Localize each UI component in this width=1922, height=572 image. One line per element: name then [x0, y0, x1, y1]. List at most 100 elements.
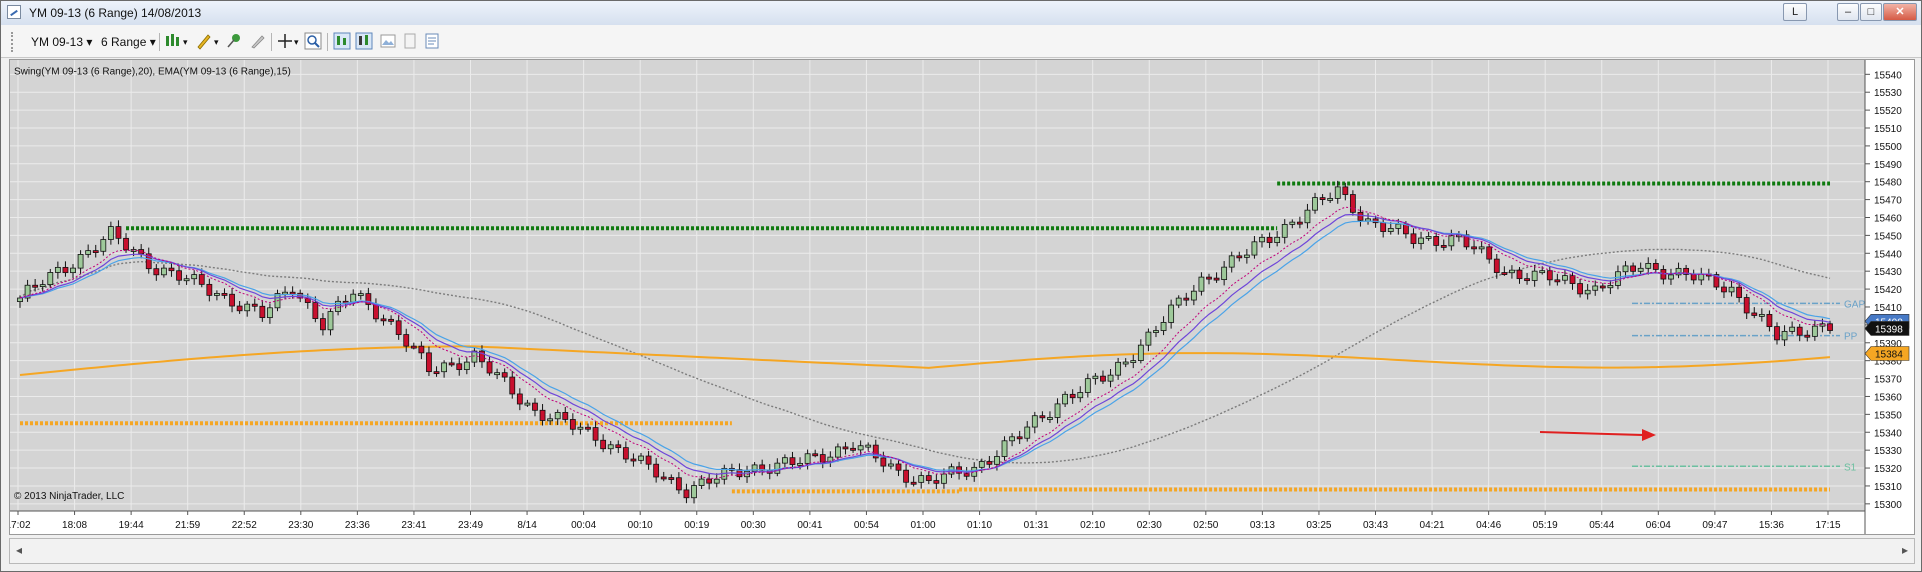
candle-up — [774, 462, 781, 474]
zoom-icon[interactable] — [304, 32, 322, 50]
candle-up — [1259, 236, 1265, 243]
bar-style-dropdown-icon[interactable]: ▾ — [183, 32, 188, 52]
toolbar-separator — [159, 33, 160, 51]
crosshair-icon[interactable] — [276, 32, 294, 50]
candle-down — [509, 376, 516, 395]
x-tick-label: 01:00 — [910, 520, 935, 531]
candle-up — [941, 473, 947, 484]
candle-up — [835, 446, 841, 458]
candle-down — [1501, 272, 1508, 275]
x-tick-label: 8/14 — [517, 520, 537, 531]
candle-up — [638, 455, 644, 461]
instrument-selector[interactable]: YM 09-13 ▾ — [31, 32, 92, 52]
candle-down — [1206, 276, 1212, 280]
candle-down — [501, 372, 508, 378]
candle-down — [153, 268, 160, 276]
x-tick-label: 02:30 — [1137, 520, 1162, 531]
pivot-level-label: PP — [1844, 332, 1858, 343]
candle-up — [554, 412, 561, 420]
chart-app-icon — [7, 5, 21, 19]
candle-up — [1592, 285, 1599, 291]
close-button[interactable]: ✕ — [1883, 3, 1917, 21]
minimize-button[interactable]: – — [1837, 3, 1859, 21]
scroll-right-icon[interactable]: ▸ — [1902, 543, 1908, 557]
candle-up — [1562, 275, 1568, 281]
toolbar-grip[interactable] — [11, 32, 17, 52]
candle-down — [168, 267, 175, 272]
interval-dropdown-icon: ▾ — [149, 35, 156, 49]
candle-down — [812, 453, 819, 457]
candle-down — [986, 461, 993, 465]
price-chart[interactable]: GAP PP S1 Swing(YM 09-13 (6 Range),20), EM… — [5, 60, 1914, 534]
candle-down — [206, 283, 213, 296]
scroll-left-icon[interactable]: ◂ — [16, 543, 22, 557]
candle-down — [395, 320, 402, 335]
interval-selector[interactable]: 6 Range ▾ — [101, 32, 156, 52]
candle-down — [562, 412, 569, 420]
candle-down — [622, 447, 629, 460]
candle-up — [1251, 241, 1258, 256]
candle-down — [600, 439, 607, 450]
candle-up — [1084, 378, 1091, 393]
interval-label: 6 Range — [101, 35, 147, 49]
image-icon[interactable] — [379, 32, 397, 50]
candle-up — [1478, 246, 1485, 250]
chart-panel[interactable]: GAP PP S1 Swing(YM 09-13 (6 Range),20), EM… — [5, 59, 1915, 535]
crosshair-dropdown-icon[interactable]: ▾ — [294, 32, 299, 52]
maximize-button[interactable]: □ — [1860, 3, 1882, 21]
y-tick-label: 15410 — [1874, 303, 1902, 314]
candle-up — [1077, 392, 1084, 399]
candle-up — [47, 272, 54, 286]
candle-up — [1418, 237, 1424, 244]
candle-up — [577, 426, 584, 430]
y-tick-label: 15360 — [1874, 392, 1902, 403]
copy-icon[interactable] — [401, 32, 419, 50]
properties-icon[interactable] — [423, 32, 441, 50]
candle-up — [1622, 265, 1629, 273]
x-tick-label: 05:19 — [1533, 520, 1558, 531]
y-tick-label: 15460 — [1874, 213, 1902, 224]
candle-up — [1137, 344, 1144, 362]
candle-up — [918, 475, 925, 483]
link-button[interactable]: L — [1783, 3, 1807, 21]
candle-down — [903, 469, 909, 483]
candle-down — [592, 427, 599, 441]
candle-down — [675, 477, 682, 491]
candle-down — [388, 318, 394, 322]
x-tick-label: 03:43 — [1363, 520, 1388, 531]
candle-up — [1107, 374, 1114, 382]
pencil-grey-icon[interactable] — [249, 32, 267, 50]
x-tick-label: 04:46 — [1476, 520, 1501, 531]
candle-up — [350, 293, 357, 303]
candle-up — [804, 453, 811, 464]
candle-up — [107, 226, 114, 240]
candle-up — [698, 478, 705, 486]
x-tick-label: 23:36 — [345, 520, 370, 531]
bar-style-icon[interactable] — [164, 32, 182, 50]
drawing-pin-icon[interactable] — [225, 32, 243, 50]
y-tick-label: 15440 — [1874, 249, 1902, 260]
candle-up — [1115, 361, 1122, 376]
candle-down — [1183, 297, 1190, 301]
candle-up — [857, 445, 864, 451]
drawing-pen-icon[interactable] — [195, 32, 213, 50]
candle-down — [539, 409, 546, 421]
y-tick-label: 15470 — [1874, 196, 1902, 207]
title-bar[interactable]: YM 09-13 (6 Range) 14/08/2013 L – □ ✕ — [1, 1, 1921, 26]
candle-up — [100, 239, 107, 252]
x-tick-label: 21:59 — [175, 520, 200, 531]
drawing-dropdown-icon[interactable]: ▾ — [214, 32, 219, 52]
candle-down — [1486, 246, 1493, 260]
candle-down — [1319, 197, 1326, 201]
candle-down — [1766, 313, 1773, 328]
candle-down — [1236, 255, 1243, 259]
candle-down — [569, 419, 576, 430]
price-label-text: 15384 — [1875, 350, 1903, 361]
candle-up — [1698, 273, 1705, 281]
data-box-icon[interactable] — [355, 32, 373, 50]
chart-trader-icon[interactable] — [333, 32, 351, 50]
candle-up — [1531, 270, 1538, 281]
horizontal-scrollbar[interactable]: ◂ ▸ — [9, 538, 1915, 564]
candle-down — [312, 302, 319, 319]
candle-up — [1668, 274, 1674, 280]
